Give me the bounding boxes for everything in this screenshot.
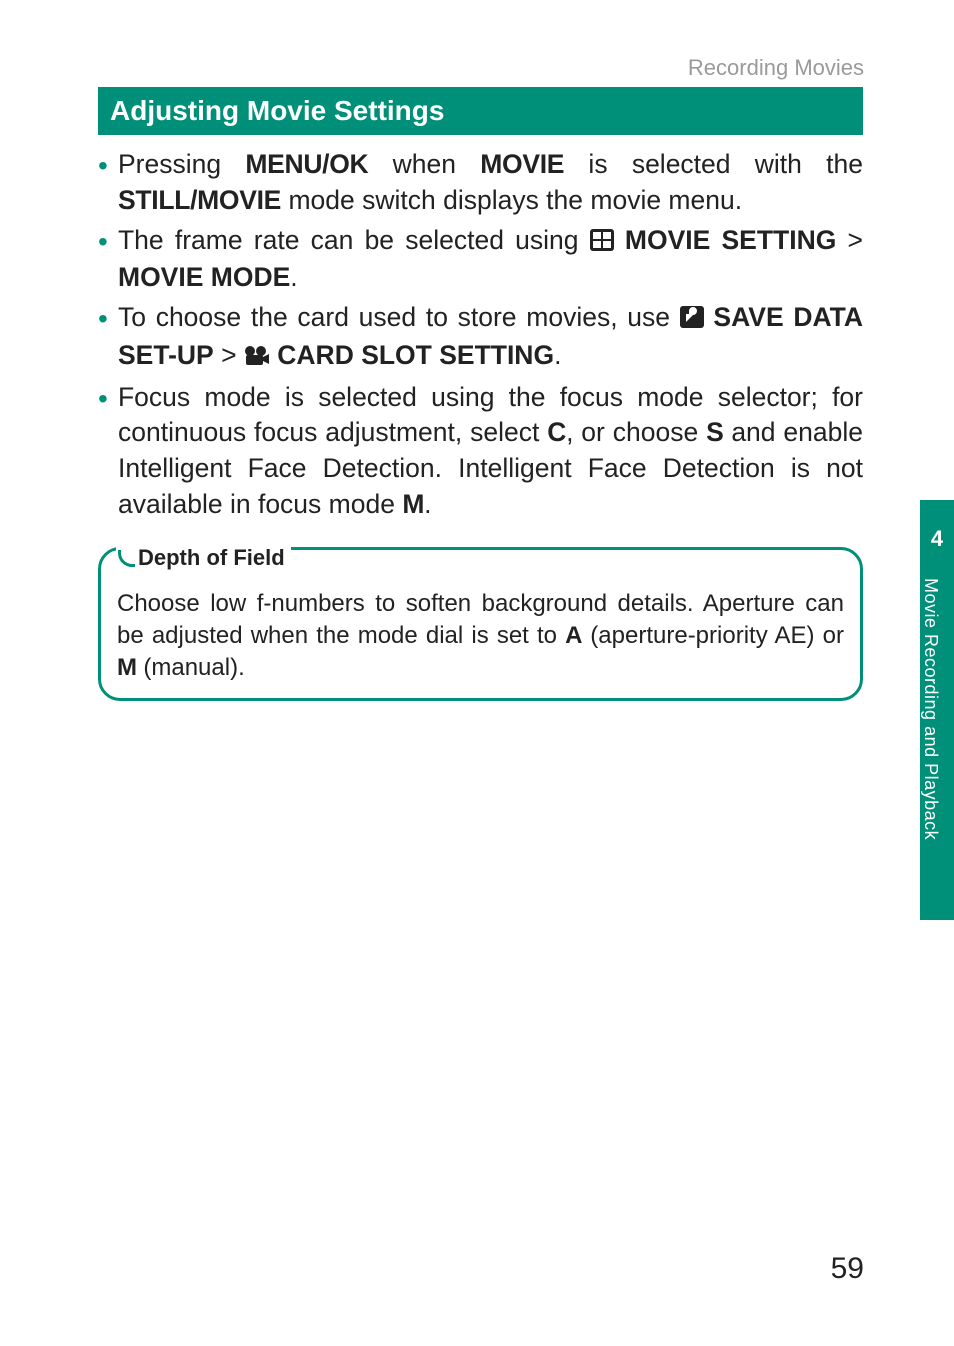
- bullet-item: Pressing MENU/OK when MOVIE is selected …: [98, 147, 863, 219]
- text: when: [368, 149, 480, 179]
- menu-label: MOVIE SETTING: [625, 225, 836, 255]
- bullet-item: To choose the card used to store movies,…: [98, 300, 863, 376]
- text: Pressing: [118, 149, 245, 179]
- callout-box: Depth of Field Choose low f-numbers to s…: [98, 547, 863, 701]
- key-label: MENU/OK: [245, 149, 368, 179]
- key-label: STILL/MOVIE: [118, 185, 281, 215]
- chapter-number: 4: [920, 500, 954, 552]
- section-heading: Adjusting Movie Settings: [98, 87, 863, 135]
- text: >: [214, 340, 244, 370]
- chapter-label: Movie Recording and Playback: [920, 552, 947, 840]
- text: >: [836, 225, 863, 255]
- callout-title: Depth of Field: [116, 545, 291, 571]
- text: .: [290, 262, 297, 292]
- text: (aperture-priority AE) or: [582, 622, 844, 649]
- running-head: Recording Movies: [688, 55, 864, 81]
- text: .: [424, 489, 431, 519]
- text: mode switch displays the movie menu.: [281, 185, 742, 215]
- menu-label: CARD SLOT SETTING: [270, 340, 554, 370]
- text: , or choose: [566, 417, 706, 447]
- page-number: 59: [831, 1252, 864, 1286]
- key-label: MOVIE: [480, 149, 564, 179]
- page: Recording Movies Adjusting Movie Setting…: [0, 0, 954, 1346]
- bullet-item: The frame rate can be selected using MOV…: [98, 223, 863, 297]
- text: is selected with the: [564, 149, 863, 179]
- key-label: M: [402, 489, 424, 519]
- text: To choose the card used to store movies,…: [118, 302, 680, 332]
- body-text: Pressing MENU/OK when MOVIE is selected …: [98, 147, 863, 523]
- text: .: [554, 340, 561, 370]
- wrench-icon: [680, 302, 704, 338]
- key-label: C: [547, 417, 566, 447]
- bullet-list: Pressing MENU/OK when MOVIE is selected …: [98, 147, 863, 523]
- movie-icon: [244, 340, 270, 376]
- chapter-tab: 4 Movie Recording and Playback: [920, 500, 954, 920]
- bullet-item: Focus mode is selected using the focus m…: [98, 380, 863, 523]
- key-label: A: [565, 622, 582, 649]
- key-label: M: [117, 654, 137, 681]
- menu-label: MOVIE MODE: [118, 262, 290, 292]
- movie-setting-icon: [590, 225, 614, 261]
- key-label: S: [706, 417, 723, 447]
- text: The frame rate can be selected using: [118, 225, 590, 255]
- text: (manual).: [137, 654, 245, 681]
